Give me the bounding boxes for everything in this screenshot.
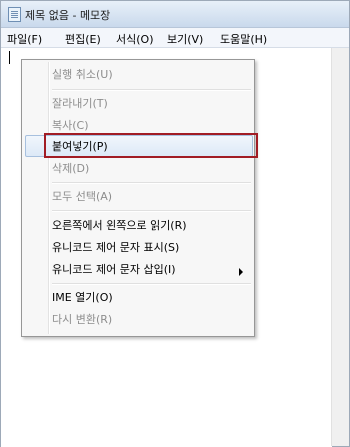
menu-item-insert-unicode-control[interactable]: 유니코드 제어 문자 삽입(I) (52, 263, 176, 277)
menu-format[interactable]: 서식(O) (116, 31, 153, 47)
menu-item-delete[interactable]: 삭제(D) (52, 162, 89, 176)
title-bar: 제목 없음 - 메모장 (1, 1, 349, 28)
text-caret (9, 51, 10, 64)
menu-item-cut[interactable]: 잘라내기(T) (52, 97, 108, 111)
menu-item-rtl-reading[interactable]: 오른쪽에서 왼쪽으로 읽기(R) (52, 219, 187, 233)
menu-separator (52, 182, 251, 184)
menu-item-undo[interactable]: 실행 취소(U) (52, 68, 113, 82)
highlight-annotation-box (44, 133, 258, 158)
menu-separator (52, 210, 251, 212)
menu-bar: 파일(F) 편집(E) 서식(O) 보기(V) 도움말(H) (1, 28, 349, 48)
menu-item-select-all[interactable]: 모두 선택(A) (52, 190, 112, 204)
menu-view[interactable]: 보기(V) (167, 31, 203, 47)
menu-item-reconvert[interactable]: 다시 변환(R) (52, 313, 112, 327)
menu-icon-gutter (48, 62, 50, 334)
vertical-scrollbar[interactable] (331, 48, 349, 446)
menu-file[interactable]: 파일(F) (7, 31, 42, 47)
window-title: 제목 없음 - 메모장 (25, 9, 111, 22)
menu-separator (52, 283, 251, 285)
chevron-right-icon (239, 268, 243, 276)
context-menu: 실행 취소(U) 잘라내기(T) 복사(C) 붙여넣기(P) 삭제(D) 모두 … (21, 59, 255, 337)
notepad-icon (8, 7, 21, 22)
menu-edit[interactable]: 편집(E) (65, 31, 101, 47)
menu-item-copy[interactable]: 복사(C) (52, 119, 89, 133)
notepad-window: 제목 없음 - 메모장 파일(F) 편집(E) 서식(O) 보기(V) 도움말(… (0, 0, 350, 447)
menu-help[interactable]: 도움말(H) (220, 31, 267, 47)
menu-item-show-unicode-control[interactable]: 유니코드 제어 문자 표시(S) (52, 241, 179, 255)
menu-separator (52, 89, 251, 91)
menu-item-open-ime[interactable]: IME 열기(O) (52, 291, 113, 305)
